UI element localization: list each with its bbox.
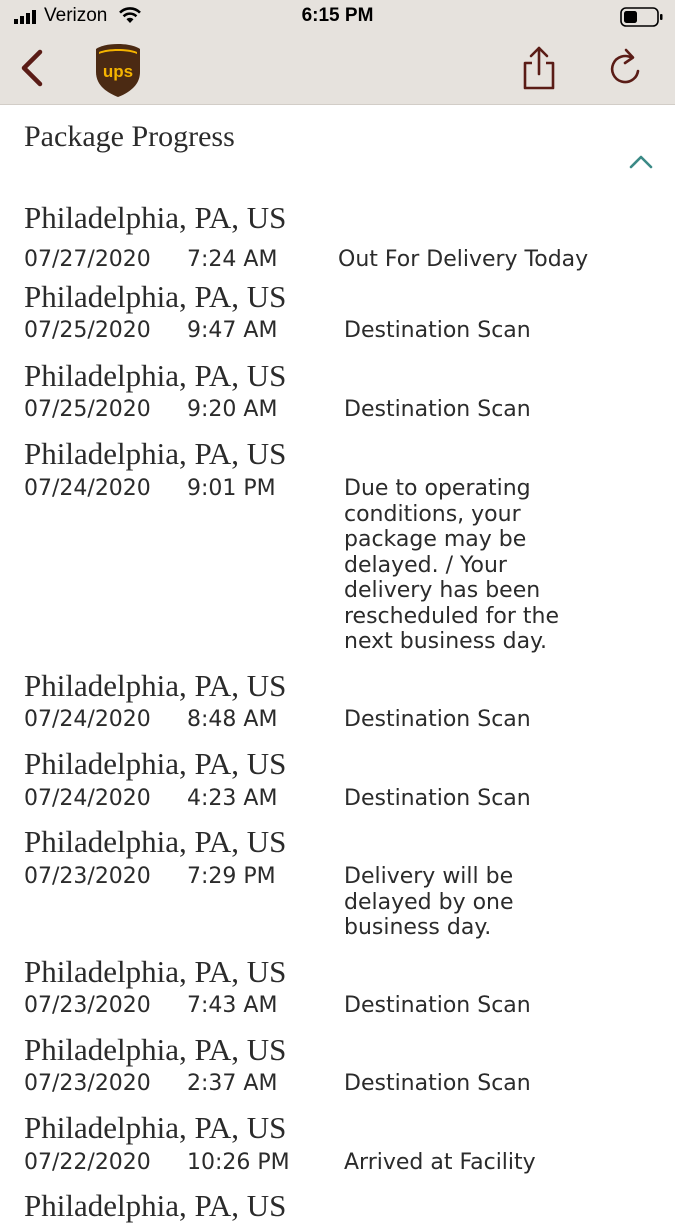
status-bar: Verizon 6:15 PM	[0, 0, 675, 34]
event-date: 07/25/2020	[24, 318, 151, 343]
event-time: 7:29 PM	[187, 864, 276, 889]
event-date: 07/23/2020	[24, 1071, 151, 1096]
share-button[interactable]	[518, 44, 560, 92]
section-title: Package Progress	[24, 120, 235, 153]
event-location: Philadelphia, PA, US	[24, 1110, 287, 1145]
event-description: Destination Scan	[344, 707, 531, 732]
event-description: Due to operating conditions, your packag…	[344, 476, 559, 654]
event-location: Philadelphia, PA, US	[24, 954, 287, 989]
event-date: 07/22/2020	[24, 1150, 151, 1175]
event-description: Destination Scan	[344, 786, 531, 811]
event-location: Philadelphia, PA, US	[24, 668, 287, 703]
event-date: 07/24/2020	[24, 707, 151, 732]
event-date: 07/24/2020	[24, 786, 151, 811]
event-date: 07/23/2020	[24, 993, 151, 1018]
event-date: 07/23/2020	[24, 864, 151, 889]
event-description: Destination Scan	[344, 318, 531, 343]
chevron-up-icon	[629, 155, 653, 169]
event-date: 07/24/2020	[24, 476, 151, 501]
event-description: Arrived at Facility	[344, 1150, 536, 1175]
event-description: Out For Delivery Today	[338, 247, 589, 272]
event-description: Destination Scan	[344, 993, 531, 1018]
event-location: Philadelphia, PA, US	[24, 279, 287, 314]
event-location: Philadelphia, PA, US	[24, 1032, 287, 1067]
event-location: Philadelphia, PA, US	[24, 824, 287, 859]
event-location: Philadelphia, PA, US	[24, 1188, 287, 1223]
ups-logo: ups	[96, 44, 140, 97]
event-time: 4:23 AM	[187, 786, 278, 811]
event-location: Philadelphia, PA, US	[24, 200, 287, 235]
event-description: Destination Scan	[344, 1071, 531, 1096]
status-time: 6:15 PM	[301, 5, 374, 26]
event-date: 07/25/2020	[24, 397, 151, 422]
event-date: 07/27/2020	[24, 247, 151, 272]
event-time: 7:24 AM	[187, 247, 278, 272]
refresh-icon	[610, 48, 640, 84]
event-location: Philadelphia, PA, US	[24, 358, 287, 393]
event-description: Destination Scan	[344, 397, 531, 422]
collapse-button[interactable]	[624, 148, 658, 174]
event-time: 7:43 AM	[187, 993, 278, 1018]
chevron-left-icon	[21, 49, 43, 87]
back-button[interactable]	[14, 48, 50, 88]
navigation-bar: ups	[0, 34, 675, 105]
event-location: Philadelphia, PA, US	[24, 436, 287, 471]
event-time: 9:47 AM	[187, 318, 278, 343]
battery-icon	[620, 7, 663, 27]
share-icon	[523, 46, 555, 90]
svg-text:ups: ups	[103, 62, 133, 81]
event-location: Philadelphia, PA, US	[24, 746, 287, 781]
refresh-button[interactable]	[604, 44, 646, 92]
event-time: 10:26 PM	[187, 1150, 290, 1175]
event-time: 9:01 PM	[187, 476, 276, 501]
event-time: 2:37 AM	[187, 1071, 278, 1096]
event-time: 8:48 AM	[187, 707, 278, 732]
event-description: Delivery will be delayed by one business…	[344, 864, 514, 940]
event-time: 9:20 AM	[187, 397, 278, 422]
